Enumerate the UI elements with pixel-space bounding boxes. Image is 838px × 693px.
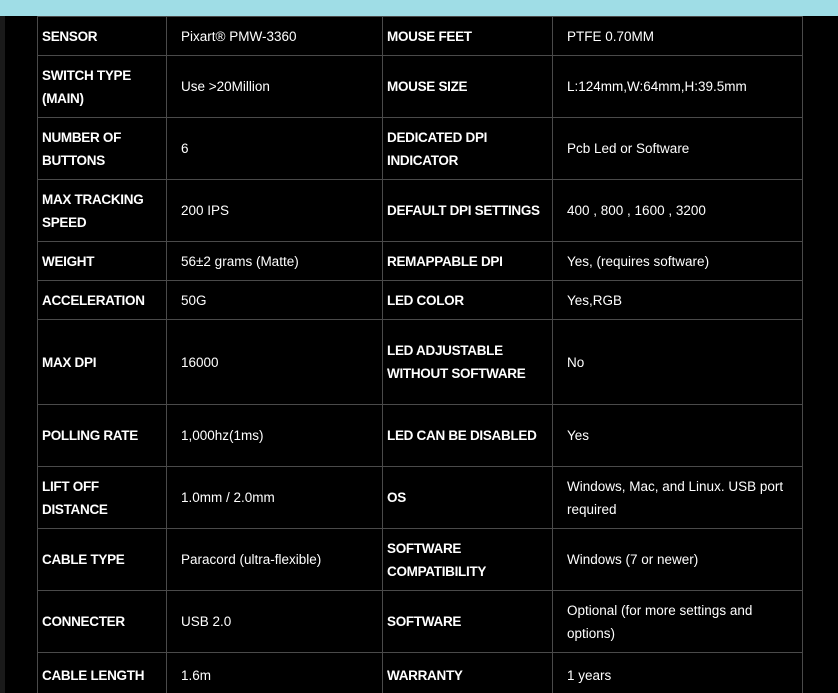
spec-value: Pcb Led or Software <box>552 117 803 180</box>
spec-label: CABLE TYPE <box>37 528 167 591</box>
spec-label: CONNECTER <box>37 590 167 653</box>
spec-label: WARRANTY <box>382 652 553 693</box>
left-edge-strip <box>0 16 5 693</box>
table-row: SENSOR Pixart® PMW-3360 MOUSE FEET PTFE … <box>37 16 803 56</box>
table-row: NUMBER OF BUTTONS 6 DEDICATED DPI INDICA… <box>37 117 803 180</box>
spec-value: 200 IPS <box>166 179 383 242</box>
spec-label: MAX DPI <box>37 319 167 405</box>
spec-label: SENSOR <box>37 16 167 56</box>
table-row: MAX DPI 16000 LED ADJUSTABLE WITHOUT SOF… <box>37 319 803 405</box>
spec-value: Paracord (ultra-flexible) <box>166 528 383 591</box>
spec-label: LED CAN BE DISABLED <box>382 404 553 467</box>
spec-label: CABLE LENGTH <box>37 652 167 693</box>
spec-label: MOUSE FEET <box>382 16 553 56</box>
spec-label: SOFTWARE COMPATIBILITY <box>382 528 553 591</box>
spec-value: 1.6m <box>166 652 383 693</box>
spec-value: 1.0mm / 2.0mm <box>166 466 383 529</box>
table-row: SWITCH TYPE (MAIN) Use >20Million MOUSE … <box>37 55 803 118</box>
spec-label: SWITCH TYPE (MAIN) <box>37 55 167 118</box>
spec-value: 1,000hz(1ms) <box>166 404 383 467</box>
table-row: CABLE TYPE Paracord (ultra-flexible) SOF… <box>37 528 803 591</box>
spec-value: Pixart® PMW-3360 <box>166 16 383 56</box>
spec-value: Yes,RGB <box>552 280 803 320</box>
spec-value: 1 years <box>552 652 803 693</box>
table-row: ACCELERATION 50G LED COLOR Yes,RGB <box>37 280 803 320</box>
spec-label: WEIGHT <box>37 241 167 281</box>
spec-value: L:124mm,W:64mm,H:39.5mm <box>552 55 803 118</box>
spec-label: REMAPPABLE DPI <box>382 241 553 281</box>
spec-value: USB 2.0 <box>166 590 383 653</box>
spec-value: Yes, (requires software) <box>552 241 803 281</box>
spec-value: Yes <box>552 404 803 467</box>
table-row: LIFT OFF DISTANCE 1.0mm / 2.0mm OS Windo… <box>37 466 803 529</box>
spec-value: No <box>552 319 803 405</box>
spec-label: LED COLOR <box>382 280 553 320</box>
spec-label: DEDICATED DPI INDICATOR <box>382 117 553 180</box>
spec-label: OS <box>382 466 553 529</box>
spec-value: 16000 <box>166 319 383 405</box>
spec-label: MAX TRACKING SPEED <box>37 179 167 242</box>
spec-value: Use >20Million <box>166 55 383 118</box>
table-row: MAX TRACKING SPEED 200 IPS DEFAULT DPI S… <box>37 179 803 242</box>
top-banner-strip <box>0 0 838 16</box>
spec-value: PTFE 0.70MM <box>552 16 803 56</box>
table-row: CONNECTER USB 2.0 SOFTWARE Optional (for… <box>37 590 803 653</box>
spec-table: SENSOR Pixart® PMW-3360 MOUSE FEET PTFE … <box>37 16 803 693</box>
table-row: WEIGHT 56±2 grams (Matte) REMAPPABLE DPI… <box>37 241 803 281</box>
spec-label: SOFTWARE <box>382 590 553 653</box>
spec-value: 50G <box>166 280 383 320</box>
spec-value: 6 <box>166 117 383 180</box>
spec-label: ACCELERATION <box>37 280 167 320</box>
spec-label: LIFT OFF DISTANCE <box>37 466 167 529</box>
spec-page: SENSOR Pixart® PMW-3360 MOUSE FEET PTFE … <box>0 0 838 693</box>
spec-value: Windows, Mac, and Linux. USB port requir… <box>552 466 803 529</box>
spec-label: LED ADJUSTABLE WITHOUT SOFTWARE <box>382 319 553 405</box>
spec-label: POLLING RATE <box>37 404 167 467</box>
spec-label: DEFAULT DPI SETTINGS <box>382 179 553 242</box>
spec-label: NUMBER OF BUTTONS <box>37 117 167 180</box>
table-row: POLLING RATE 1,000hz(1ms) LED CAN BE DIS… <box>37 404 803 467</box>
spec-value: 400 , 800 , 1600 , 3200 <box>552 179 803 242</box>
spec-value: Optional (for more settings and options) <box>552 590 803 653</box>
spec-value: 56±2 grams (Matte) <box>166 241 383 281</box>
spec-value: Windows (7 or newer) <box>552 528 803 591</box>
spec-label: MOUSE SIZE <box>382 55 553 118</box>
table-row: CABLE LENGTH 1.6m WARRANTY 1 years <box>37 652 803 693</box>
